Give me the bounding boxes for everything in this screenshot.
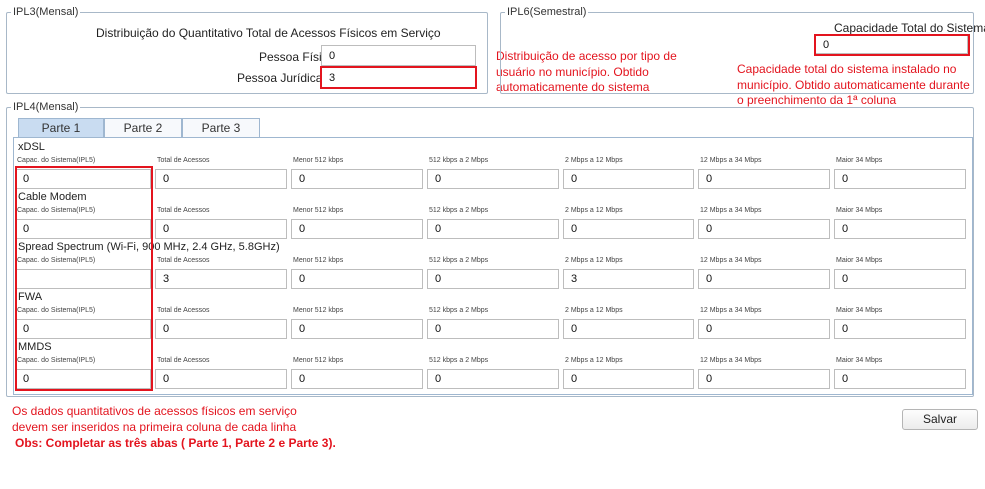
512k-2m-input[interactable]: [427, 319, 559, 339]
highlight-ipl5-column: [15, 166, 153, 391]
menor-512k-input[interactable]: [291, 369, 423, 389]
2m-12m-input[interactable]: [563, 169, 694, 189]
total-input[interactable]: [155, 169, 287, 189]
column-header: 12 Mbps a 34 Mbps: [700, 207, 762, 214]
note-obs: Obs: Completar as três abas ( Parte 1, P…: [15, 436, 336, 450]
512k-2m-input[interactable]: [427, 269, 559, 289]
512k-2m-input[interactable]: [427, 219, 559, 239]
menor-512k-input[interactable]: [291, 319, 423, 339]
total-input[interactable]: [155, 269, 287, 289]
column-header: Total de Acessos: [157, 307, 210, 314]
2m-12m-input[interactable]: [563, 219, 694, 239]
tab-parte-2[interactable]: Parte 2: [104, 118, 182, 138]
column-header: 512 kbps a 2 Mbps: [429, 257, 489, 264]
2m-12m-input[interactable]: [563, 269, 694, 289]
menor-512k-input[interactable]: [291, 269, 423, 289]
column-header: Capac. do Sistema(IPL5): [17, 157, 96, 164]
menor-512k-input[interactable]: [291, 169, 423, 189]
2m-12m-input[interactable]: [563, 369, 694, 389]
note-entrada-dados: Os dados quantitativos de acessos físico…: [12, 404, 297, 434]
column-header: Total de Acessos: [157, 157, 210, 164]
section-title: xDSL: [18, 141, 45, 153]
12m-34m-input[interactable]: [698, 369, 830, 389]
column-header: Maior 34 Mbps: [836, 257, 883, 264]
ipl3-title: Distribuição do Quantitativo Total de Ac…: [96, 26, 441, 40]
column-header: 12 Mbps a 34 Mbps: [700, 257, 762, 264]
maior-34m-input[interactable]: [834, 369, 966, 389]
total-input[interactable]: [155, 219, 287, 239]
ipl3-legend: IPL3(Mensal): [13, 6, 79, 18]
highlight-capacidade-total: [814, 34, 970, 56]
capacidade-total-label: Capacidade Total do Sistema:: [834, 21, 985, 35]
pessoa-juridica-label: Pessoa Jurídica:: [237, 71, 326, 85]
12m-34m-input[interactable]: [698, 219, 830, 239]
total-input[interactable]: [155, 369, 287, 389]
column-header: 12 Mbps a 34 Mbps: [700, 357, 762, 364]
maior-34m-input[interactable]: [834, 269, 966, 289]
tab-parte-3[interactable]: Parte 3: [182, 118, 260, 138]
column-header: Menor 512 kbps: [293, 357, 344, 364]
12m-34m-input[interactable]: [698, 269, 830, 289]
column-header: 12 Mbps a 34 Mbps: [700, 307, 762, 314]
column-header: 2 Mbps a 12 Mbps: [565, 257, 623, 264]
column-header: Total de Acessos: [157, 357, 210, 364]
column-header: Maior 34 Mbps: [836, 357, 883, 364]
ipl4-legend: IPL4(Mensal): [13, 101, 79, 113]
column-header: 512 kbps a 2 Mbps: [429, 207, 489, 214]
column-header: Menor 512 kbps: [293, 307, 344, 314]
highlight-pessoa-juridica: [320, 66, 477, 89]
maior-34m-input[interactable]: [834, 169, 966, 189]
menor-512k-input[interactable]: [291, 219, 423, 239]
column-header: 2 Mbps a 12 Mbps: [565, 157, 623, 164]
column-header: 512 kbps a 2 Mbps: [429, 157, 489, 164]
column-header: Menor 512 kbps: [293, 207, 344, 214]
column-header: 2 Mbps a 12 Mbps: [565, 307, 623, 314]
2m-12m-input[interactable]: [563, 319, 694, 339]
512k-2m-input[interactable]: [427, 169, 559, 189]
column-header: Total de Acessos: [157, 257, 210, 264]
512k-2m-input[interactable]: [427, 369, 559, 389]
maior-34m-input[interactable]: [834, 219, 966, 239]
column-header: Menor 512 kbps: [293, 257, 344, 264]
tab-parte-1[interactable]: Parte 1: [18, 118, 104, 138]
12m-34m-input[interactable]: [698, 319, 830, 339]
column-header: Maior 34 Mbps: [836, 157, 883, 164]
ipl6-legend: IPL6(Semestral): [507, 6, 587, 18]
column-header: Menor 512 kbps: [293, 157, 344, 164]
column-header: Total de Acessos: [157, 207, 210, 214]
column-header: 2 Mbps a 12 Mbps: [565, 357, 623, 364]
column-header: 12 Mbps a 34 Mbps: [700, 157, 762, 164]
column-header: Maior 34 Mbps: [836, 307, 883, 314]
column-header: 2 Mbps a 12 Mbps: [565, 207, 623, 214]
maior-34m-input[interactable]: [834, 319, 966, 339]
12m-34m-input[interactable]: [698, 169, 830, 189]
column-header: 512 kbps a 2 Mbps: [429, 307, 489, 314]
save-button[interactable]: Salvar: [902, 409, 978, 430]
column-header: 512 kbps a 2 Mbps: [429, 357, 489, 364]
column-header: Maior 34 Mbps: [836, 207, 883, 214]
total-input[interactable]: [155, 319, 287, 339]
pessoa-fisica-input[interactable]: [321, 45, 476, 66]
